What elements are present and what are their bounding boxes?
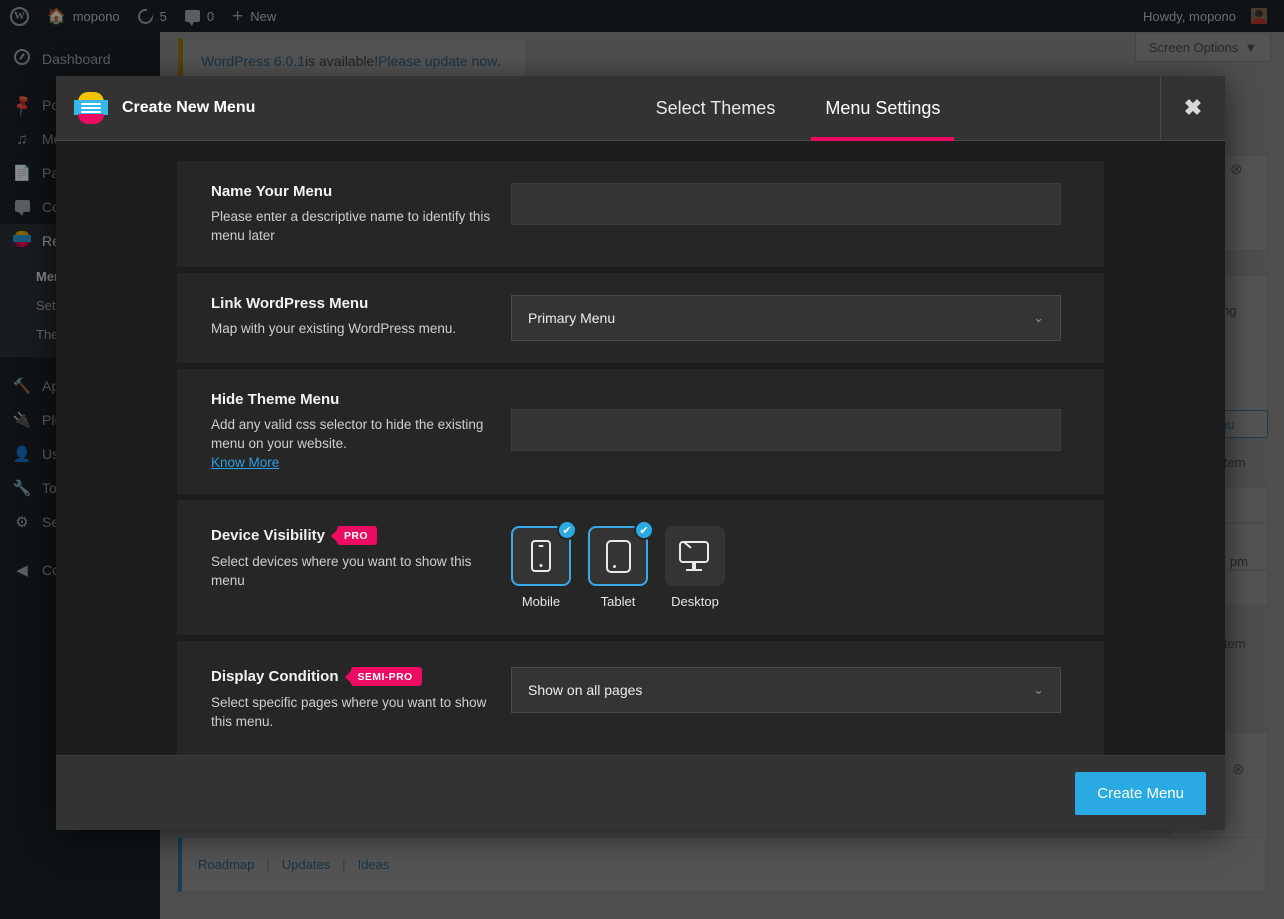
modal-brand: Create New Menu bbox=[56, 76, 436, 140]
modal-header: Create New Menu Select Themes Menu Setti… bbox=[56, 76, 1225, 141]
tab-select-themes[interactable]: Select Themes bbox=[652, 76, 780, 141]
close-icon: ✖ bbox=[1183, 95, 1203, 120]
device-label: Tablet bbox=[600, 594, 636, 609]
check-icon: ✔ bbox=[557, 520, 577, 540]
section-title: Link WordPress Menu bbox=[211, 295, 491, 312]
semi-pro-badge: SEMI-PRO bbox=[350, 667, 422, 686]
section-description: Add any valid css selector to hide the e… bbox=[211, 417, 484, 451]
section-label-block: Device Visibility PRO Select devices whe… bbox=[211, 526, 511, 590]
section-link-wordpress-menu: Link WordPress Menu Map with your existi… bbox=[177, 273, 1104, 363]
device-tile[interactable]: ✔ bbox=[588, 520, 654, 586]
section-description: Select specific pages where you want to … bbox=[211, 695, 487, 729]
section-control-block: ✔ Mobile ✔ Tablet Desktop bbox=[511, 520, 1070, 609]
device-tile[interactable]: ✔ bbox=[511, 520, 577, 586]
section-title-label: Name Your Menu bbox=[211, 183, 333, 200]
modal-body: Name Your Menu Please enter a descriptiv… bbox=[56, 141, 1225, 755]
section-description: Please enter a descriptive name to ident… bbox=[211, 209, 491, 243]
tab-menu-settings[interactable]: Menu Settings bbox=[811, 76, 955, 141]
section-label-block: Hide Theme Menu Add any valid css select… bbox=[211, 391, 511, 472]
modal-footer: Create Menu bbox=[56, 755, 1225, 830]
section-control-block: Show on all pages ⌄ bbox=[511, 667, 1070, 713]
section-description: Map with your existing WordPress menu. bbox=[211, 321, 457, 336]
link-wordpress-menu-select[interactable]: Primary Menu ⌄ bbox=[511, 295, 1061, 341]
pro-badge: PRO bbox=[336, 526, 377, 545]
section-control-block: Primary Menu ⌄ bbox=[511, 295, 1070, 341]
section-title-label: Display Condition bbox=[211, 668, 339, 685]
modal-title: Create New Menu bbox=[122, 99, 256, 116]
device-option-desktop[interactable]: Desktop bbox=[665, 526, 725, 609]
section-label-block: Display Condition SEMI-PRO Select specif… bbox=[211, 667, 511, 731]
device-label: Desktop bbox=[671, 594, 719, 609]
section-display-condition: Display Condition SEMI-PRO Select specif… bbox=[177, 641, 1104, 755]
chevron-down-icon: ⌄ bbox=[1033, 310, 1044, 325]
mobile-icon bbox=[531, 540, 551, 572]
tablet-icon bbox=[605, 539, 631, 573]
know-more-link[interactable]: Know More bbox=[211, 455, 279, 470]
responsive-menu-logo-icon bbox=[74, 92, 108, 124]
menu-name-input[interactable] bbox=[511, 183, 1061, 225]
device-label: Mobile bbox=[521, 594, 561, 609]
create-new-menu-modal: Create New Menu Select Themes Menu Setti… bbox=[56, 76, 1225, 830]
section-title: Device Visibility PRO bbox=[211, 526, 491, 545]
section-name-your-menu: Name Your Menu Please enter a descriptiv… bbox=[177, 161, 1104, 267]
section-description: Select devices where you want to show th… bbox=[211, 554, 472, 588]
section-hide-theme-menu: Hide Theme Menu Add any valid css select… bbox=[177, 369, 1104, 494]
section-title: Hide Theme Menu bbox=[211, 391, 491, 408]
section-label-block: Link WordPress Menu Map with your existi… bbox=[211, 295, 511, 338]
check-icon: ✔ bbox=[634, 520, 654, 540]
tab-label: Select Themes bbox=[655, 97, 776, 118]
tab-label: Menu Settings bbox=[825, 97, 941, 118]
section-title: Name Your Menu bbox=[211, 183, 491, 200]
section-title-label: Hide Theme Menu bbox=[211, 391, 340, 408]
section-title: Display Condition SEMI-PRO bbox=[211, 667, 491, 686]
section-title-label: Device Visibility bbox=[211, 527, 325, 544]
section-control-block bbox=[511, 391, 1070, 451]
modal-close-button[interactable]: ✖ bbox=[1160, 76, 1225, 140]
device-option-tablet[interactable]: ✔ Tablet bbox=[588, 520, 654, 609]
section-title-label: Link WordPress Menu bbox=[211, 295, 369, 312]
display-condition-select[interactable]: Show on all pages ⌄ bbox=[511, 667, 1061, 713]
section-control-block bbox=[511, 183, 1070, 225]
device-visibility-options: ✔ Mobile ✔ Tablet Desktop bbox=[511, 520, 1070, 609]
section-label-block: Name Your Menu Please enter a descriptiv… bbox=[211, 183, 511, 245]
device-option-mobile[interactable]: ✔ Mobile bbox=[511, 520, 577, 609]
modal-tabs: Select Themes Menu Settings bbox=[436, 76, 1160, 141]
section-device-visibility: Device Visibility PRO Select devices whe… bbox=[177, 500, 1104, 635]
create-menu-button[interactable]: Create Menu bbox=[1075, 771, 1206, 815]
chevron-down-icon: ⌄ bbox=[1033, 682, 1044, 697]
select-value: Primary Menu bbox=[528, 310, 616, 326]
hide-theme-menu-input[interactable] bbox=[511, 409, 1061, 451]
device-tile[interactable] bbox=[665, 526, 725, 586]
select-value: Show on all pages bbox=[528, 682, 643, 698]
desktop-icon bbox=[679, 541, 711, 571]
